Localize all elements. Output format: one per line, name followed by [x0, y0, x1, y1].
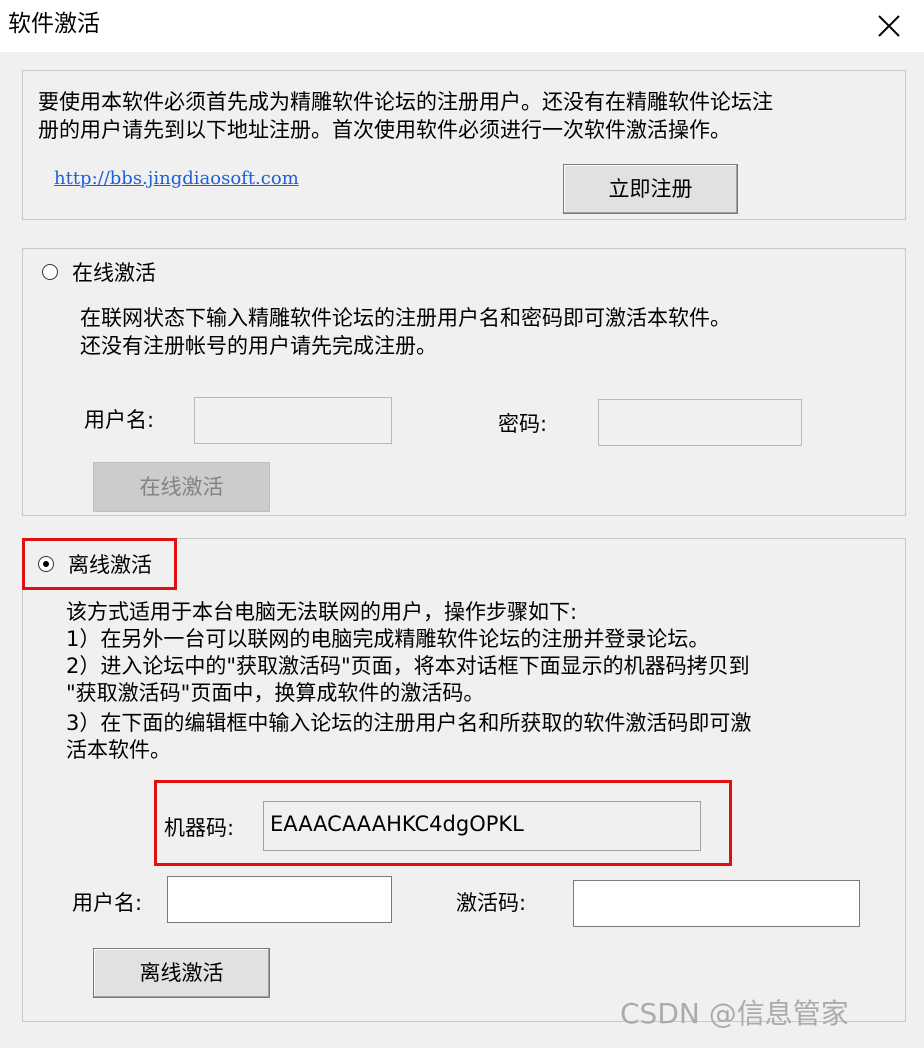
online-username-input[interactable]: [194, 397, 392, 444]
offline-username-label: 用户名:: [72, 891, 143, 915]
offline-username-input[interactable]: [167, 876, 392, 923]
online-activation-radio[interactable]: [42, 264, 58, 280]
offline-desc-line-2: 1）在另外一台可以联网的电脑完成精雕软件论坛的注册并登录论坛。: [66, 627, 710, 651]
offline-desc-line-6: 活本软件。: [66, 738, 171, 762]
machine-code-label: 机器码:: [164, 816, 235, 840]
register-intro-line-2: 册的用户请先到以下地址注册。首次使用软件必须进行一次软件激活操作。: [38, 118, 731, 142]
close-button[interactable]: [854, 0, 924, 52]
offline-desc-line-4: "获取激活码"页面中，换算成软件的激活码。: [66, 681, 485, 705]
offline-activate-button[interactable]: 离线激活: [93, 948, 270, 998]
forum-link[interactable]: http://bbs.jingdiaosoft.com: [54, 168, 299, 189]
offline-desc-line-3: 2）进入论坛中的"获取激活码"页面，将本对话框下面显示的机器码拷贝到: [66, 654, 750, 678]
online-password-label: 密码:: [498, 412, 548, 436]
offline-activation-radio-label: 离线激活: [68, 553, 152, 577]
online-desc-line-1: 在联网状态下输入精雕软件论坛的注册用户名和密码即可激活本软件。: [80, 306, 731, 330]
offline-desc-line-5: 3）在下面的编辑框中输入论坛的注册用户名和所获取的软件激活码即可激: [66, 711, 752, 735]
title-bar: 软件激活: [0, 0, 924, 52]
activation-code-input[interactable]: [573, 880, 860, 927]
online-username-label: 用户名:: [84, 408, 155, 432]
activation-code-label: 激活码:: [456, 891, 527, 915]
radio-selected-dot: [43, 561, 49, 567]
register-intro-line-1: 要使用本软件必须首先成为精雕软件论坛的注册用户。还没有在精雕软件论坛注: [38, 90, 773, 114]
close-icon: [878, 15, 900, 37]
online-password-input[interactable]: [598, 399, 802, 446]
online-activation-radio-label: 在线激活: [72, 261, 156, 285]
offline-activation-radio[interactable]: [38, 556, 54, 572]
window-title: 软件激活: [8, 11, 100, 37]
offline-desc-line-1: 该方式适用于本台电脑无法联网的用户，操作步骤如下:: [66, 600, 578, 624]
online-activate-button[interactable]: 在线激活: [93, 462, 270, 512]
register-now-button[interactable]: 立即注册: [563, 164, 738, 214]
machine-code-field[interactable]: EAAACAAAHKC4dgOPKL: [263, 801, 701, 851]
watermark: CSDN @信息管家: [620, 997, 849, 1030]
online-desc-line-2: 还没有注册帐号的用户请先完成注册。: [80, 334, 437, 358]
